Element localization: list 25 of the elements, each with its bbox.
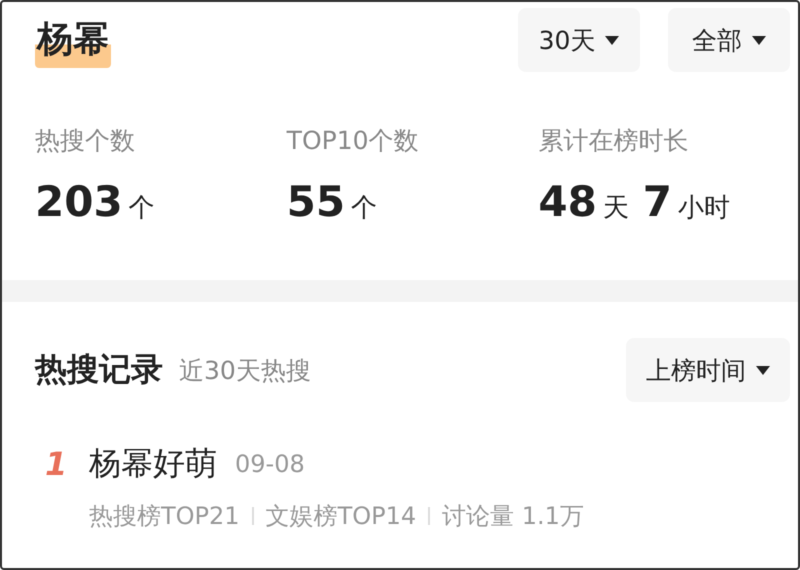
stat-unit: 天 [602, 192, 629, 225]
topic-meta: 文娱榜TOP14 [266, 501, 416, 532]
stat-value: 203 [35, 177, 123, 226]
filter-dropdown[interactable]: 全部 [668, 8, 790, 72]
stat-unit: 个 [128, 192, 155, 225]
stat-label: TOP10个数 [286, 125, 419, 157]
sort-dropdown[interactable]: 上榜时间 [626, 338, 790, 402]
stat-label: 热搜个数 [35, 125, 135, 157]
stat-unit: 个 [351, 192, 378, 225]
caret-icon [752, 36, 766, 44]
stat-unit: 小时 [678, 192, 730, 225]
topic-meta: 讨论量 1.1万 [442, 501, 584, 532]
section-subtitle: 近30天热搜 [179, 354, 311, 386]
rank-number: 1 [45, 445, 68, 483]
caret-icon [605, 36, 620, 44]
stat-label: 累计在榜时长 [538, 125, 688, 157]
topic-date: 09-08 [235, 450, 305, 478]
stat-value: 48 [538, 177, 597, 226]
topic-title[interactable]: 杨幂好萌 [89, 442, 217, 486]
caret-icon [756, 366, 770, 374]
topic-meta: 热搜榜TOP21 [89, 501, 240, 532]
stat-value: 7 [642, 177, 672, 226]
filter-dropdown[interactable]: 30天 [518, 8, 640, 72]
section-title: 热搜记录 [35, 349, 163, 390]
stat-value: 55 [286, 177, 346, 226]
